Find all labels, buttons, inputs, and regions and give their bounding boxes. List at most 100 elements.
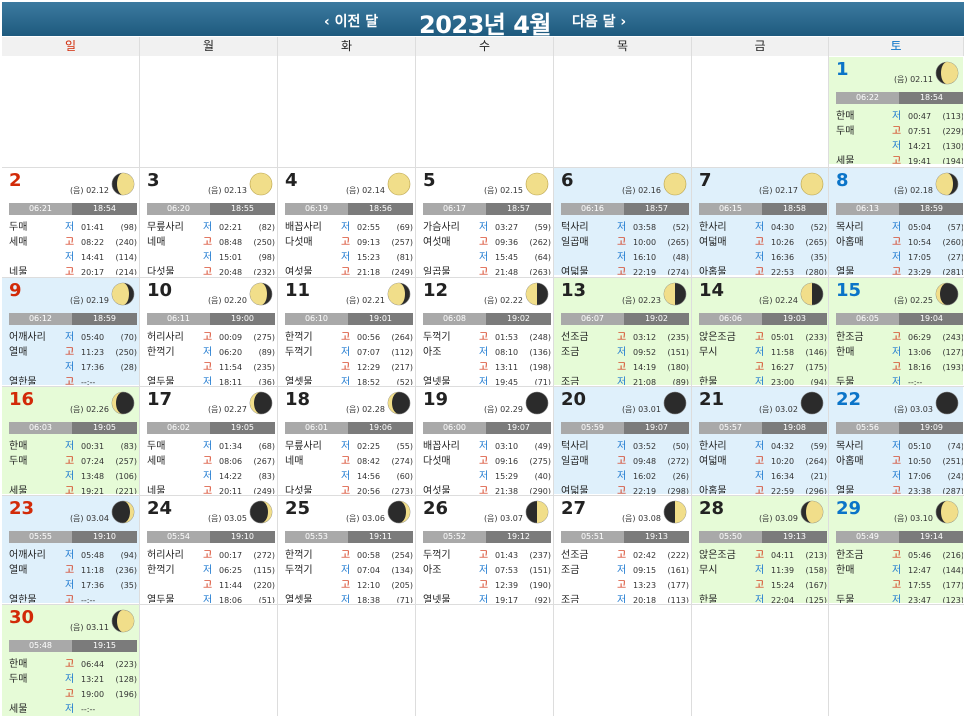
tide-name: 세매	[9, 237, 28, 248]
tide-height: (250)	[115, 348, 137, 357]
day-cell[interactable]: 22 (음) 03.03 05:56 19:09 목사리 저 05:10 (74) 아홉매 고 10…	[829, 387, 963, 494]
sunrise-time: 05:51	[561, 531, 624, 543]
day-cell[interactable]: 16 (음) 02.26 06:03 19:05 한매 저 00:31 (83) 두매 고 07:2…	[2, 387, 139, 494]
day-cell[interactable]: 23 (음) 03.04 05:55 19:10 어깨사리 저 05:48 (94) 열매 고 11…	[2, 496, 139, 603]
day-cell[interactable]: 26 (음) 03.07 05:52 19:12 두꺽기 고 01:43 (237) 아조 저 07…	[416, 496, 553, 603]
sunrise-time: 05:48	[9, 640, 72, 652]
tide-row: 저 14:56 (60)	[285, 469, 413, 484]
day-cell[interactable]: 5 (음) 02.15 06:17 18:57 가슴사리 저 03:27 (59) 여섯매 고 09…	[416, 168, 553, 275]
sunrise-time: 06:03	[9, 422, 72, 434]
tide-name: 무릎사리	[147, 222, 184, 233]
tide-height: (249)	[253, 487, 275, 494]
day-cell[interactable]: 1 (음) 02.11 06:22 18:54 한매 저 00:47 (113) 두매 고 07:5…	[829, 57, 963, 164]
day-number: 13	[561, 280, 587, 301]
tide-name: 조금	[561, 595, 580, 603]
tide-row: 배꼽사리 저 02:55 (69)	[285, 220, 413, 235]
tide-row: 저 17:36 (28)	[9, 360, 137, 375]
day-number: 27	[561, 498, 587, 519]
moon-phase-icon	[525, 282, 549, 306]
tide-row: 배꼽사리 저 03:10 (49)	[423, 439, 551, 454]
tide-name: 한꺽기	[285, 332, 313, 343]
tide-row: 세매 고 08:06 (267)	[147, 454, 275, 469]
day-cell[interactable]: 12 (음) 02.22 06:08 19:02 두꺽기 고 01:53 (248) 아조 저 08…	[416, 278, 553, 385]
tide-row: 두매 고 07:24 (257)	[9, 454, 137, 469]
day-number: 17	[147, 389, 173, 410]
day-number: 8	[836, 170, 849, 191]
tide-type: 고	[65, 565, 75, 576]
tide-type: 저	[892, 347, 902, 358]
tide-name: 배꼽사리	[423, 441, 460, 452]
day-cell[interactable]: 7 (음) 02.17 06:15 18:58 한사리 저 04:30 (52) 여덟매 고 10:…	[692, 168, 828, 275]
tide-height: (94)	[120, 551, 137, 560]
prev-month-button[interactable]: ‹ 이전 달	[324, 11, 378, 31]
tide-height: (51)	[258, 596, 275, 603]
lunar-date: (음) 02.16	[621, 186, 661, 195]
day-cell[interactable]: 21 (음) 03.02 05:57 19:08 한사리 저 04:32 (59) 여덟매 고 10…	[692, 387, 828, 494]
tide-name: 두물	[836, 377, 855, 385]
day-cell[interactable]: 25 (음) 03.06 05:53 19:11 한꺽기 고 00:58 (254) 두꺽기 저 0…	[278, 496, 415, 603]
tide-row: 두꺽기 고 01:43 (237)	[423, 548, 551, 563]
day-cell[interactable]: 28 (음) 03.09 05:50 19:13 앉은조금 고 04:11 (213) 무시 저 1…	[692, 496, 828, 603]
moon-phase-icon	[111, 282, 135, 306]
tide-time: 23:29	[908, 268, 932, 275]
tide-type: 고	[341, 362, 351, 373]
day-cell[interactable]: 19 (음) 02.29 06:00 19:07 배꼽사리 저 03:10 (49) 다섯매 고 0…	[416, 387, 553, 494]
day-cell[interactable]: 15 (음) 02.25 06:05 19:04 한조금 고 06:29 (243) 한매 저 13…	[829, 278, 963, 385]
tide-table: 앉은조금 고 04:11 (213) 무시 저 11:39 (158) 고 15:24 (167) 한…	[699, 548, 827, 603]
tide-type: 고	[341, 237, 351, 248]
day-cell[interactable]: 14 (음) 02.24 06:06 19:03 앉은조금 고 05:01 (233) 무시 저 1…	[692, 278, 828, 385]
day-cell[interactable]: 20 (음) 03.01 05:59 19:07 턱사리 저 03:52 (50) 일곱매 고 09…	[554, 387, 691, 494]
tide-type: 저	[203, 471, 213, 482]
day-cell[interactable]: 9 (음) 02.19 06:12 18:59 어깨사리 저 05:40 (70) 열매 고 11:…	[2, 278, 139, 385]
tide-row: 여덟물 고 22:19 (298)	[561, 484, 689, 494]
tide-type: 저	[617, 252, 627, 263]
tide-time: 04:30	[771, 223, 795, 232]
day-cell[interactable]: 13 (음) 02.23 06:07 19:02 선조금 고 03:12 (235) 조금 저 09…	[554, 278, 691, 385]
tide-row: 저 15:01 (98)	[147, 250, 275, 265]
tide-time: 12:39	[495, 581, 519, 590]
day-cell[interactable]: 17 (음) 02.27 06:02 19:05 두매 저 01:34 (68) 세매 고 08:0…	[140, 387, 277, 494]
tide-row: 어깨사리 저 05:40 (70)	[9, 330, 137, 345]
tide-time: 02:42	[633, 551, 657, 560]
day-cell[interactable]: 29 (음) 03.10 05:49 19:14 한조금 고 05:46 (216) 한매 저 12…	[829, 496, 963, 603]
sunrise-time: 06:02	[147, 422, 210, 434]
tide-type: 고	[479, 486, 489, 494]
day-cell[interactable]: 3 (음) 02.13 06:20 18:55 무릎사리 저 02:21 (82) 네매 고 08:…	[140, 168, 277, 275]
moon-phase-icon	[800, 172, 824, 196]
weekday-sat: 토	[829, 37, 964, 56]
tide-time: 13:11	[495, 363, 519, 372]
day-number: 29	[836, 498, 862, 519]
tide-row: 열넷물 저 19:17 (92)	[423, 593, 551, 603]
tide-type: 고	[65, 456, 75, 467]
tide-row: 여섯물 고 21:18 (249)	[285, 265, 413, 275]
day-cell[interactable]: 6 (음) 02.16 06:16 18:57 턱사리 저 03:58 (52) 일곱매 고 10:…	[554, 168, 691, 275]
tide-type: 고	[341, 486, 351, 494]
sunset-time: 18:59	[899, 203, 963, 215]
day-cell[interactable]: 18 (음) 02.28 06:01 19:06 무릎사리 저 02:25 (55) 네매 고 08…	[278, 387, 415, 494]
tide-type: 고	[617, 332, 627, 343]
tide-name: 여섯매	[423, 237, 451, 248]
tide-time: 11:44	[219, 581, 243, 590]
tide-height: (123)	[942, 596, 963, 603]
day-cell[interactable]: 11 (음) 02.21 06:10 19:01 한꺽기 고 00:56 (264) 두꺽기 저 0…	[278, 278, 415, 385]
tide-name: 아조	[423, 347, 442, 358]
day-cell[interactable]: 10 (음) 02.20 06:11 19:00 허리사리 고 00:09 (275) 한꺽기 저…	[140, 278, 277, 385]
tide-time: 13:21	[81, 675, 105, 684]
tide-name: 한꺽기	[147, 565, 175, 576]
day-cell[interactable]: 4 (음) 02.14 06:19 18:56 배꼽사리 저 02:55 (69) 다섯매 고 09…	[278, 168, 415, 275]
tide-row: 선조금 고 02:42 (222)	[561, 548, 689, 563]
day-number: 12	[423, 280, 449, 301]
tide-type: 저	[65, 332, 75, 343]
sunrise-time: 06:05	[836, 313, 899, 325]
tide-height: (112)	[391, 348, 413, 357]
sunrise-time: 06:07	[561, 313, 624, 325]
day-cell[interactable]: 30 (음) 03.11 05:48 19:15 한매 고 06:44 (223) 두매 저 13:…	[2, 605, 139, 716]
tide-type: 저	[65, 674, 75, 685]
day-cell[interactable]: 27 (음) 03.08 05:51 19:13 선조금 고 02:42 (222) 조금 저 09…	[554, 496, 691, 603]
day-cell[interactable]: 2 (음) 02.12 06:21 18:54 두매 저 01:41 (98) 세매 고 08:22…	[2, 168, 139, 275]
lunar-date: (음) 03.11	[69, 623, 109, 632]
next-month-button[interactable]: 다음 달 ›	[572, 11, 626, 31]
lunar-date: (음) 02.11	[893, 75, 933, 84]
day-cell[interactable]: 8 (음) 02.18 06:13 18:59 목사리 저 05:04 (57) 아홉매 고 10:…	[829, 168, 963, 275]
day-cell[interactable]: 24 (음) 03.05 05:54 19:10 허리사리 고 00:17 (272) 한꺽기 저…	[140, 496, 277, 603]
